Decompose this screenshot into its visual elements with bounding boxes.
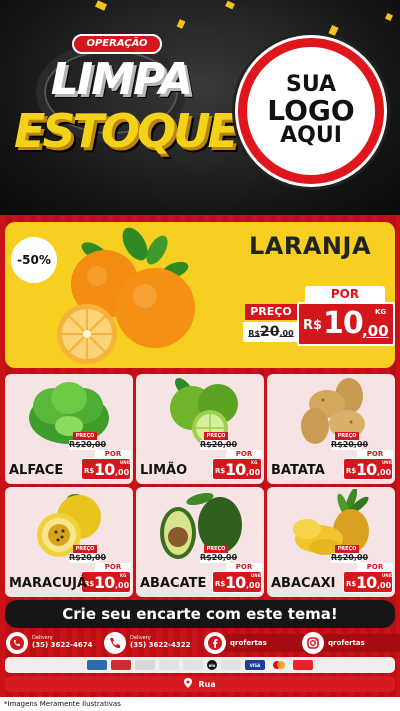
payment-methods: elo VISA <box>5 657 395 673</box>
mastercard-icon <box>269 660 289 670</box>
price-currency: R$ <box>303 318 323 333</box>
price-integer: 10 <box>323 306 364 341</box>
new-price: R$ 10 ,00 UNID <box>343 571 393 593</box>
card-icon <box>293 660 313 670</box>
old-price: R$20,00 <box>200 553 238 563</box>
new-price: R$ 10 ,00 UNID <box>212 571 262 593</box>
product-name: ABACAXI <box>271 576 336 591</box>
old-price-label: PREÇO <box>204 545 228 553</box>
header-banner: OPERAÇÃO LIMPA ESTOQUE SUA LOGO AQUI <box>0 0 400 215</box>
phone-number: (35) 3622-4322 <box>130 640 191 649</box>
product-name: MARACUJÁ <box>9 576 88 591</box>
old-price: R$20,00 <box>243 322 299 342</box>
old-price-label: PREÇO <box>335 432 359 440</box>
featured-name: LARANJA <box>249 232 372 260</box>
instagram-handle: qrofertas <box>318 634 400 652</box>
phone-icon <box>104 632 126 654</box>
facebook-icon <box>204 632 226 654</box>
elo-icon: elo <box>207 660 217 670</box>
whatsapp-icon <box>6 632 28 654</box>
logo-text-line2: LOGO <box>267 93 355 127</box>
new-price: R$ 10 ,00 KG <box>81 571 131 593</box>
old-price: R$20,00 <box>331 440 369 450</box>
address-text: Rua <box>198 679 216 689</box>
logo-text-line3: AQUI <box>280 123 342 149</box>
product-tile-alface: PREÇO R$20,00 POR R$ 10 ,00 UNID ALFACE <box>5 374 133 484</box>
disclaimer: *Imagens Meramente Ilustrativas <box>0 697 400 711</box>
card-icon <box>221 660 241 670</box>
confetti <box>94 0 108 11</box>
lime-image <box>170 378 238 446</box>
old-price-label: PREÇO <box>73 432 97 440</box>
instagram-icon <box>302 632 324 654</box>
product-name: LIMÃO <box>140 463 188 478</box>
avocado-image <box>160 492 242 559</box>
confetti <box>225 0 235 10</box>
orange-image <box>57 227 195 364</box>
location-pin-icon <box>184 678 193 690</box>
new-price-label: POR <box>305 286 385 302</box>
product-name: ABACATE <box>140 576 207 591</box>
confetti <box>328 24 339 37</box>
old-price: R$20,00 <box>69 553 107 563</box>
price-unit: KG <box>375 308 387 316</box>
title-line2: ESTOQUE <box>14 104 239 158</box>
old-price-label: PREÇO <box>73 545 97 553</box>
pineapple-image <box>293 489 369 555</box>
card-icon <box>183 660 203 670</box>
card-icon <box>135 660 155 670</box>
old-price-label: PREÇO <box>245 304 297 320</box>
facebook-handle: qrofertas <box>220 634 312 652</box>
old-price-label: PREÇO <box>335 545 359 553</box>
old-price: R$20,00 <box>69 440 107 450</box>
new-price: R$ 10 ,00 UNID <box>81 458 131 480</box>
title-line1: LIMPA <box>50 54 193 105</box>
lettuce-image <box>29 382 109 444</box>
cta-banner[interactable]: Crie seu encarte com este tema! <box>5 600 395 628</box>
campaign-title: OPERAÇÃO LIMPA ESTOQUE <box>14 28 239 178</box>
logo-placeholder: SUA LOGO AQUI <box>238 38 384 184</box>
card-icon <box>159 660 179 670</box>
card-icon <box>87 660 107 670</box>
potato-image <box>301 378 365 444</box>
passion-fruit-image <box>37 494 101 557</box>
product-name: ALFACE <box>9 463 64 478</box>
price-decimal: ,00 <box>362 322 389 340</box>
title-badge: OPERAÇÃO <box>72 34 162 54</box>
featured-product: -50% LARANJA PREÇO R$20,00 POR R$ 10 ,00… <box>5 222 395 368</box>
phone-contact[interactable]: Delivery (35) 3622-4322 <box>104 632 190 654</box>
old-price: R$20,00 <box>331 553 369 563</box>
card-icon <box>111 660 131 670</box>
product-tile-abacate: PREÇO R$20,00 POR R$ 10 ,00 UNID ABACATE <box>136 487 264 597</box>
new-price: R$ 10 ,00 UNID <box>343 458 393 480</box>
instagram-contact[interactable]: qrofertas <box>302 632 400 654</box>
address-bar: Rua <box>5 676 395 692</box>
product-name: BATATA <box>271 463 325 478</box>
product-tile-limao: PREÇO R$20,00 POR R$ 10 ,00 KG LIMÃO <box>136 374 264 484</box>
product-tile-batata: PREÇO R$20,00 POR R$ 10 ,00 UNID BATATA <box>267 374 395 484</box>
whatsapp-number: (35) 3622-4674 <box>32 640 93 649</box>
visa-icon: VISA <box>245 660 265 670</box>
facebook-contact[interactable]: qrofertas <box>204 632 312 654</box>
discount-badge: -50% <box>11 237 57 283</box>
confetti <box>385 13 393 21</box>
old-price-label: PREÇO <box>204 432 228 440</box>
new-price: R$ 10 ,00 KG <box>212 458 262 480</box>
whatsapp-contact[interactable]: Delivery (35) 3622-4674 <box>6 632 92 654</box>
product-tile-abacaxi: PREÇO R$20,00 POR R$ 10 ,00 UNID ABACAXI <box>267 487 395 597</box>
product-tile-maracuja: PREÇO R$20,00 POR R$ 10 ,00 KG MARACUJÁ <box>5 487 133 597</box>
old-price: R$20,00 <box>200 440 238 450</box>
new-price: R$ 10 ,00 KG <box>297 302 395 346</box>
